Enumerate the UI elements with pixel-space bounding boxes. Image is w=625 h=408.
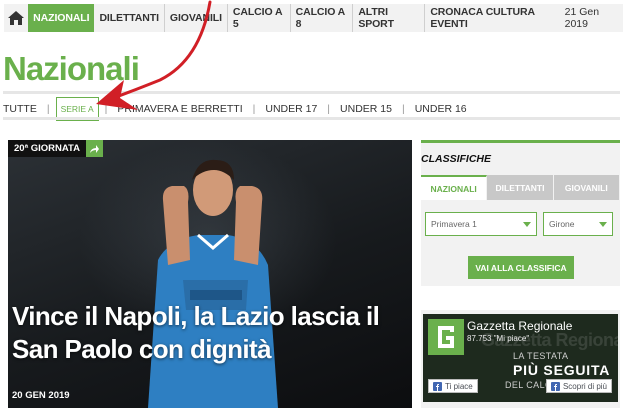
hero-article[interactable]: 20ª GIORNATA Vince il Napoli, la Lazio l…: [8, 140, 412, 408]
chevron-down-icon: [523, 221, 531, 227]
page-likes-count: 87.753 "Mi piace": [467, 334, 530, 343]
share-button[interactable]: [85, 140, 103, 157]
league-select[interactable]: Primavera 1: [425, 212, 537, 236]
nav-calcio-a-5[interactable]: CALCIO A 5: [228, 4, 291, 32]
classifiche-widget: CLASSIFICHE NAZIONALI DILETTANTI GIOVANI…: [421, 140, 620, 286]
nav-calcio-a-8[interactable]: CALCIO A 8: [291, 4, 354, 32]
facebook-icon: [433, 381, 442, 391]
nav-altri-sport[interactable]: ALTRI SPORT: [353, 4, 426, 32]
subnav-separator: |: [252, 103, 256, 115]
nav-giovanili[interactable]: GIOVANILI: [165, 4, 228, 32]
group-select-value: Girone: [549, 219, 575, 229]
facebook-icon: [550, 381, 560, 391]
hero-date: 20 GEN 2019: [12, 390, 70, 401]
home-button[interactable]: [4, 4, 28, 32]
round-label: 20ª GIORNATA: [8, 140, 86, 157]
subnav-under-15[interactable]: UNDER 15: [336, 103, 396, 115]
cover-line-1: LA TESTATA: [513, 351, 569, 361]
learn-more-button[interactable]: Scopri di più: [545, 379, 612, 393]
facebook-widget: Gazzetta Regionale Gazzetta Regionale 87…: [421, 310, 620, 408]
divider-bottom: [3, 117, 620, 120]
cover-line-2: PIÙ SEGUITA: [513, 362, 611, 378]
subnav-separator: |: [104, 103, 108, 115]
subnav-separator: |: [401, 103, 405, 115]
tab-nazionali[interactable]: NAZIONALI: [421, 175, 488, 200]
page-name[interactable]: Gazzetta Regionale: [467, 319, 572, 333]
like-label: Ti piace: [445, 381, 473, 391]
player-figure: [148, 159, 278, 408]
tab-giovanili[interactable]: GIOVANILI: [553, 175, 620, 200]
tab-dilettanti[interactable]: DILETTANTI: [487, 175, 554, 200]
league-select-value: Primavera 1: [431, 219, 477, 229]
chevron-down-icon: [599, 221, 607, 227]
share-icon: [89, 144, 99, 153]
g-logo-icon: [438, 326, 454, 348]
subnav-tutte[interactable]: TUTTE: [3, 103, 41, 115]
nav-date: 21 Gen 2019: [564, 6, 600, 30]
subnav-under-17[interactable]: UNDER 17: [261, 103, 321, 115]
go-to-standings-button[interactable]: VAI ALLA CLASSIFICA: [468, 256, 574, 279]
round-tag: 20ª GIORNATA: [8, 140, 103, 157]
classifiche-selects: Primavera 1 Girone: [425, 212, 613, 236]
page-title: Nazionali: [3, 50, 140, 87]
subnav-separator: |: [46, 103, 50, 115]
subnav-separator: |: [327, 103, 331, 115]
page-logo: [428, 319, 464, 355]
home-icon: [8, 11, 25, 25]
hero-headline[interactable]: Vince il Napoli, la Lazio lascia il San …: [12, 300, 412, 366]
learn-more-label: Scopri di più: [562, 381, 607, 391]
nav-dilettanti[interactable]: DILETTANTI: [94, 4, 165, 32]
accent-bar: [421, 140, 620, 143]
nav-cronaca-cultura-eventi[interactable]: CRONACA CULTURA EVENTI: [425, 4, 564, 32]
like-button[interactable]: Ti piace: [428, 379, 478, 393]
classifiche-tabs: NAZIONALI DILETTANTI GIOVANILI: [421, 175, 620, 200]
group-select[interactable]: Girone: [543, 212, 613, 236]
classifiche-title: CLASSIFICHE: [421, 153, 492, 165]
subnav-under-16[interactable]: UNDER 16: [411, 103, 471, 115]
facebook-cover[interactable]: Gazzetta Regionale Gazzetta Regionale 87…: [423, 314, 618, 402]
divider-top: [3, 91, 620, 94]
top-nav: NAZIONALI DILETTANTI GIOVANILI CALCIO A …: [4, 4, 623, 32]
nav-nazionali[interactable]: NAZIONALI: [28, 4, 95, 32]
subnav-primavera-e-berretti[interactable]: PRIMAVERA E BERRETTI: [113, 103, 246, 115]
